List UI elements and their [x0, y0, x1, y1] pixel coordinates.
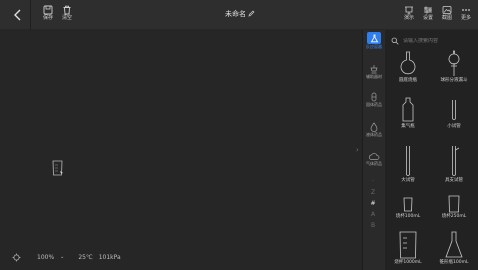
branch-tube-icon: [452, 146, 460, 176]
settings-label: 设置: [422, 15, 433, 21]
status-bar: 100% ⌄ 25℃ 101kPa: [12, 251, 121, 263]
more-icon: [462, 9, 470, 11]
demo-label: 演示: [403, 15, 414, 21]
stand-icon: [370, 65, 378, 74]
equipment-label: 烧杯250mL: [441, 214, 467, 219]
beaker-small-icon: [403, 197, 413, 212]
category-label: 反应容器: [366, 44, 382, 49]
equipment-label: 烧杯1000mL: [394, 260, 422, 265]
equipment-label: 小试管: [447, 124, 461, 129]
settings-button[interactable]: 设置: [418, 5, 438, 22]
screenshot-icon: [442, 6, 452, 14]
round-flask-icon: [400, 51, 416, 75]
save-icon: [43, 5, 53, 15]
equipment-label: 大试管: [401, 178, 415, 183]
edit-pencil-icon: [248, 10, 255, 17]
large-tube-icon: [406, 146, 410, 176]
locate-icon[interactable]: [12, 253, 21, 262]
equipment-item-conical-flask[interactable]: 锥形瓶100mL: [431, 230, 477, 270]
more-button[interactable]: 更多: [456, 5, 476, 22]
demo-icon: [405, 6, 413, 15]
beaker-medium-icon: [448, 195, 460, 213]
placed-beaker-icon[interactable]: [52, 160, 64, 176]
equipment-label: 球形分液漏斗: [440, 78, 468, 83]
equipment-label: 具支试管: [445, 178, 463, 183]
capsule-icon: [371, 92, 377, 102]
funnel-icon: [448, 50, 460, 76]
title-text: 未命名: [225, 10, 246, 18]
experiment-canvas[interactable]: ›: [0, 30, 362, 270]
zoom-level[interactable]: 100%: [37, 254, 54, 261]
equipment-item-branch-tube[interactable]: 具支试管: [431, 144, 477, 196]
index-letter[interactable]: #: [362, 198, 384, 209]
flask-icon: [370, 34, 378, 42]
search-input[interactable]: [403, 38, 463, 44]
category-sidebar: 反应容器 辅助器材 固体药品 液体药品 气体药品: [362, 30, 384, 270]
cloud-icon: [369, 153, 380, 160]
equipment-item-small-tube[interactable]: 小试管: [431, 96, 477, 148]
index-letter[interactable]: A: [362, 209, 384, 220]
toolbar-divider: [30, 0, 31, 30]
category-solid-reagents[interactable]: 固体药品: [363, 92, 385, 107]
screenshot-label: 截图: [441, 15, 452, 21]
category-label: 固体药品: [366, 102, 382, 107]
equipment-item-round-flask[interactable]: 圆底烧瓶: [385, 50, 431, 102]
equipment-label: 烧杯100mL: [395, 214, 421, 219]
trash-icon: [63, 5, 71, 15]
more-label: 更多: [460, 15, 471, 21]
back-arrow-icon: [14, 9, 21, 21]
category-label: 辅助器材: [366, 74, 382, 79]
top-toolbar: 保存 清空 未命名 演示 设置 截图 更多: [0, 0, 478, 30]
index-letter[interactable]: B: [362, 220, 384, 231]
gas-bottle-icon: [402, 97, 414, 122]
temperature-readout: 25℃: [78, 253, 93, 261]
pressure-readout: 101kPa: [98, 253, 121, 261]
demo-button[interactable]: 演示: [399, 5, 419, 22]
save-button[interactable]: 保存: [38, 5, 58, 22]
screenshot-button[interactable]: 截图: [437, 5, 457, 22]
equipment-item-gas-bottle[interactable]: 集气瓶: [385, 96, 431, 148]
clear-button[interactable]: 清空: [57, 5, 77, 22]
back-button[interactable]: [10, 7, 26, 23]
search-bar: [391, 36, 471, 46]
category-reaction-vessels[interactable]: 反应容器: [363, 32, 385, 49]
category-auxiliary[interactable]: 辅助器材: [363, 64, 385, 79]
category-label: 气体药品: [366, 161, 382, 166]
index-letter[interactable]: Z: [362, 187, 384, 198]
equipment-label: 集气瓶: [401, 124, 415, 129]
equipment-label: 圆底烧瓶: [399, 78, 417, 83]
equipment-item-large-tube[interactable]: 大试管: [385, 144, 431, 196]
settings-icon: [424, 6, 432, 14]
clear-label: 清空: [61, 15, 72, 21]
conical-flask-icon: [445, 231, 463, 258]
save-label: 保存: [42, 15, 53, 21]
beaker-large-icon: [399, 231, 417, 259]
zoom-dropdown-icon[interactable]: ⌄: [60, 254, 64, 260]
drop-icon: [370, 122, 378, 132]
index-letter[interactable]: ·: [362, 176, 384, 187]
equipment-label: 锥形瓶100mL: [439, 260, 469, 265]
equipment-item-beaker-1000[interactable]: 烧杯1000mL: [385, 230, 431, 270]
document-title[interactable]: 未命名: [200, 9, 280, 19]
small-tube-icon: [452, 100, 456, 120]
search-icon: [391, 37, 399, 45]
index-letters: · Z # A B: [362, 176, 384, 231]
equipment-item-separatory-funnel[interactable]: 球形分液漏斗: [431, 50, 477, 102]
category-liquid-reagents[interactable]: 液体药品: [363, 122, 385, 137]
category-gas-reagents[interactable]: 气体药品: [363, 152, 385, 166]
equipment-panel: 圆底烧瓶 球形分液漏斗 集气瓶 小试管 大试管 具支试管 烧杯100mL: [385, 30, 478, 270]
category-label: 液体药品: [366, 132, 382, 137]
